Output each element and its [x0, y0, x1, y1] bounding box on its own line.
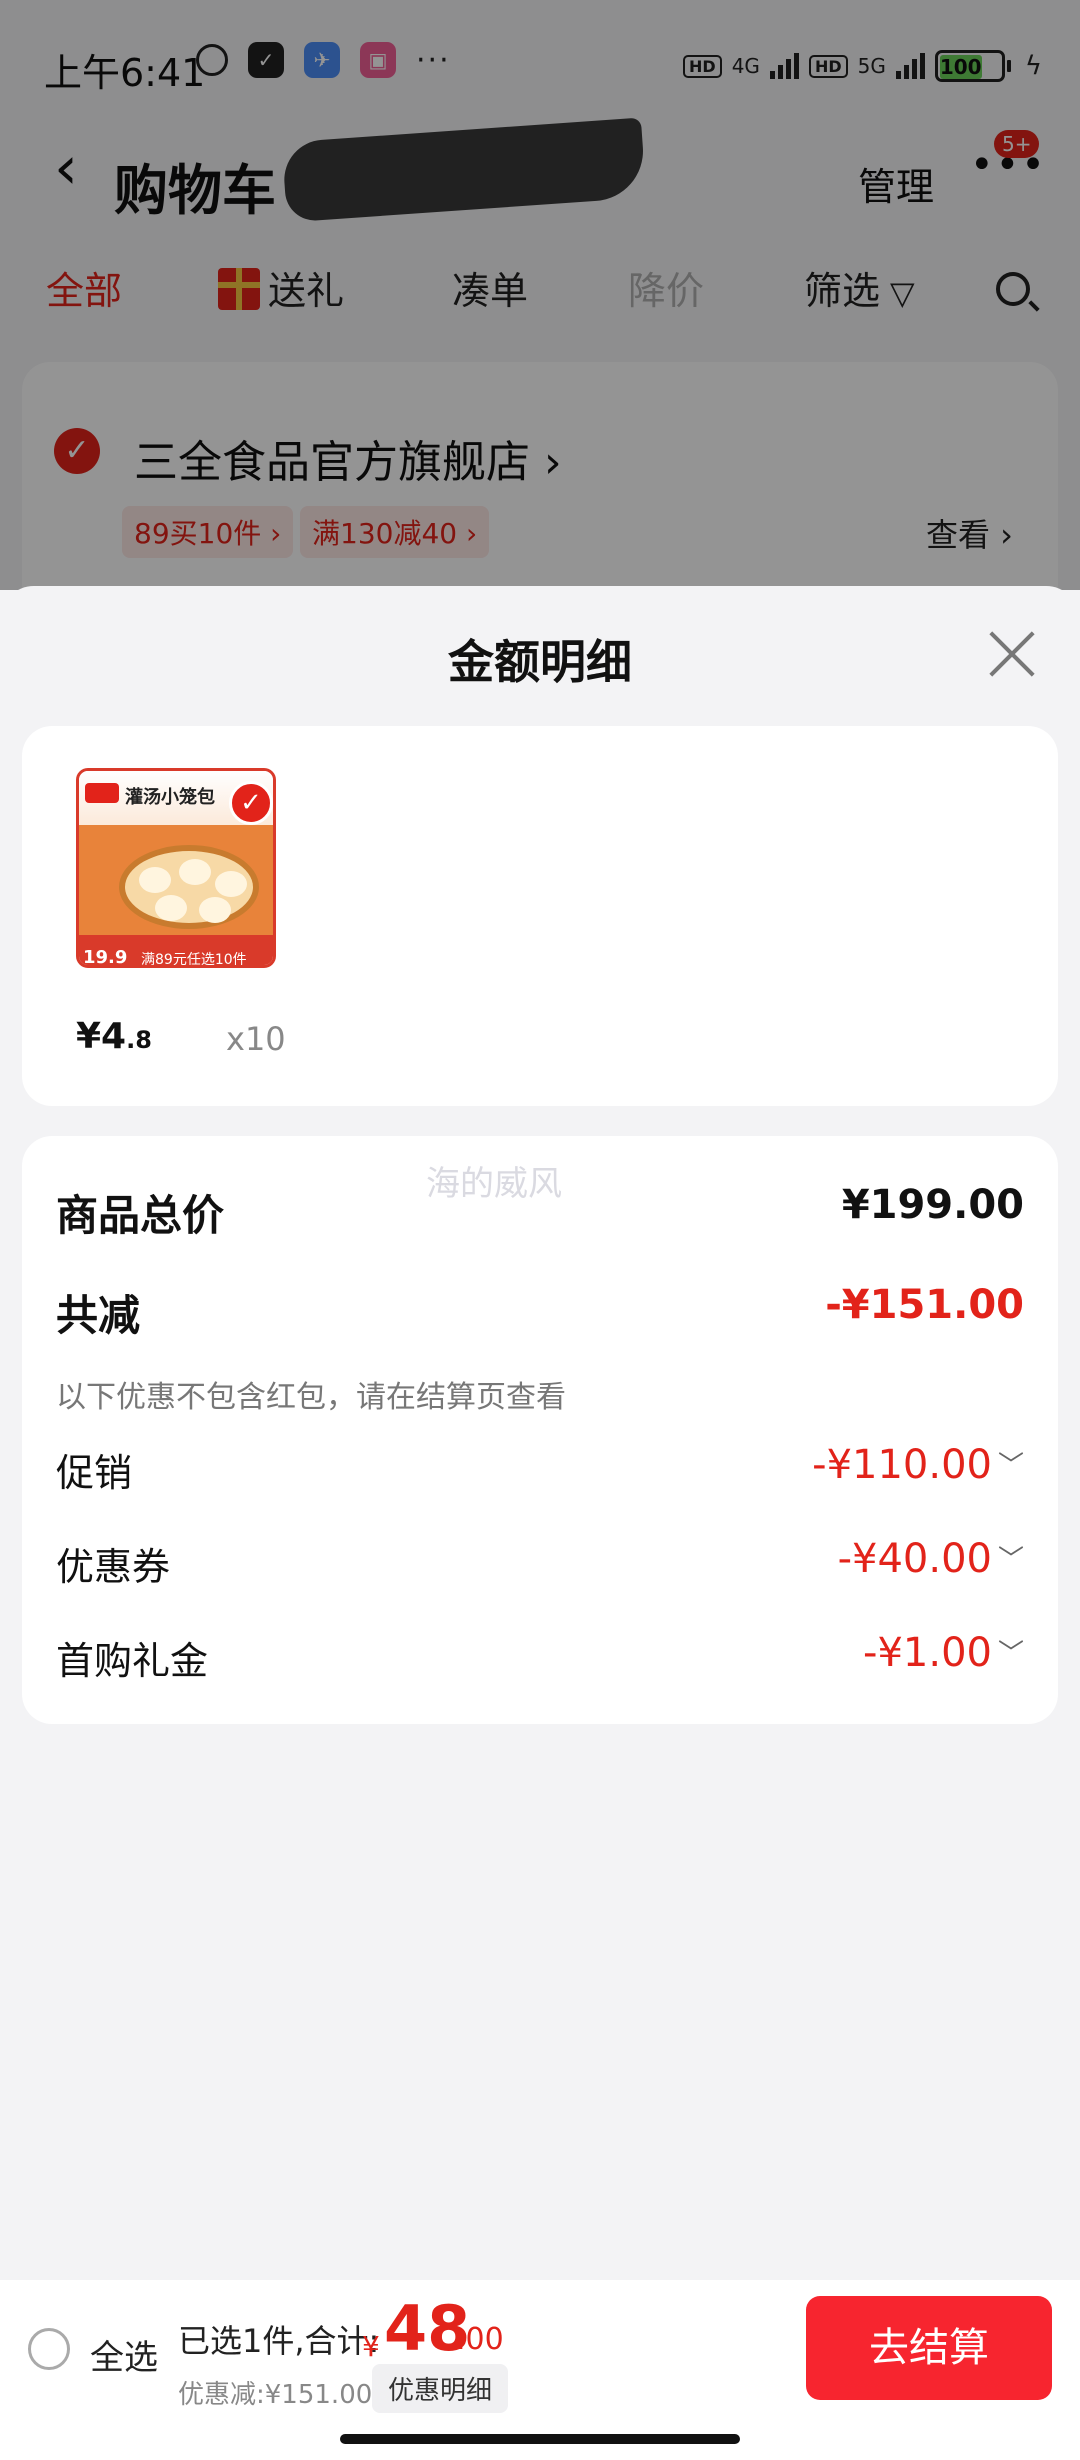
brand-logo [85, 783, 119, 803]
selected-count-text: 已选1件,合计: [178, 2322, 380, 2360]
chevron-down-icon: ﹀ [997, 1451, 1024, 1481]
checkout-button[interactable]: 去结算 [806, 2296, 1052, 2400]
dim-overlay[interactable] [0, 0, 1080, 590]
product-image[interactable]: 灌汤小笼包 19.9 满89元任选10件 ✓ [76, 768, 276, 968]
home-indicator[interactable] [340, 2434, 740, 2444]
discount-detail-button[interactable]: 优惠明细 [372, 2364, 509, 2413]
total-amount-decimal: .00 [456, 2322, 504, 2357]
total-price-label: 商品总价 [56, 1191, 225, 1240]
total-price-value: ¥199.00 [841, 1182, 1024, 1228]
select-all-label[interactable]: 全选 [90, 2330, 158, 2379]
product-price: ¥4.8 [76, 1016, 152, 1057]
price-detail-card: 商品总价 ¥199.00 共减 -¥151.00 以下优惠不包含红包，请在结算页… [22, 1136, 1058, 1724]
discount-value: -¥151.00 [825, 1282, 1024, 1328]
chevron-down-icon: ﹀ [997, 1545, 1024, 1575]
checkout-bar: 全选 已选1件,合计: ¥ 48 .00 优惠减:¥151.00 优惠明细 去结… [0, 2280, 1080, 2460]
product-image-banner: 满89元任选10件 [141, 952, 247, 968]
watermark: 海的威风 [426, 1164, 562, 1204]
chevron-down-icon: ﹀ [997, 1639, 1024, 1669]
discount-note: 以下优惠不包含红包，请在结算页查看 [56, 1380, 566, 1415]
product-quantity: x10 [226, 1020, 286, 1058]
amount-detail-sheet: 金额明细 灌汤小笼包 19.9 满89元任选10件 ✓ ¥4.8 x10 商品总… [0, 586, 1080, 2460]
product-image-price: 19.9 [83, 947, 128, 968]
total-currency: ¥ [362, 2330, 380, 2363]
discount-label: 共减 [56, 1291, 141, 1340]
sheet-title: 金额明细 [448, 635, 632, 689]
close-icon[interactable] [986, 628, 1038, 680]
product-image-title: 灌汤小笼包 [125, 787, 215, 808]
saved-amount-text: 优惠减:¥151.00 [178, 2380, 373, 2410]
product-card: 灌汤小笼包 19.9 满89元任选10件 ✓ ¥4.8 x10 [22, 726, 1058, 1106]
product-selected-check-icon[interactable]: ✓ [229, 781, 273, 825]
select-all-radio[interactable] [28, 2328, 70, 2370]
